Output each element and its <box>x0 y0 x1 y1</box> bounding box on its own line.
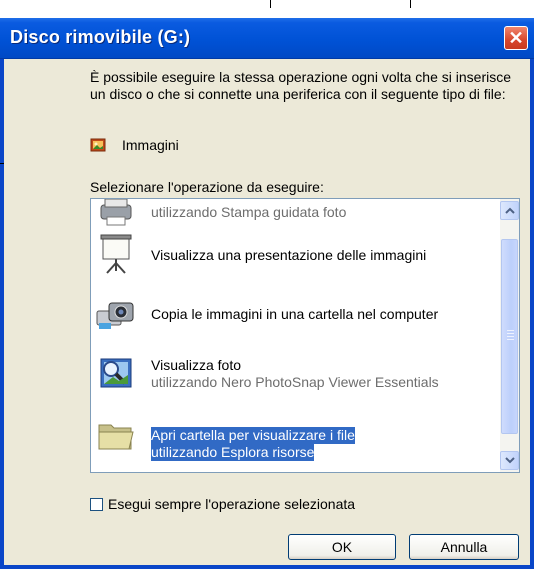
close-button[interactable]: ✕ <box>504 26 528 50</box>
action-line2: utilizzando Esplora risorse <box>151 444 315 461</box>
dialog-body: È possibile eseguire la stessa operazion… <box>4 59 530 565</box>
scroll-up-button[interactable] <box>500 201 519 220</box>
background-line <box>0 163 4 164</box>
close-icon: ✕ <box>508 28 524 48</box>
action-line1: Visualizza una presentazione delle immag… <box>151 247 427 263</box>
title-bar[interactable]: Disco rimovibile (G:) ✕ <box>0 18 534 59</box>
images-file-icon <box>90 138 106 152</box>
photo-viewer-icon <box>100 358 132 388</box>
action-line2: utilizzando Nero PhotoSnap Viewer Essent… <box>151 374 439 390</box>
printer-icon <box>100 199 132 226</box>
action-item-print[interactable]: utilizzando Stampa guidata foto <box>91 199 500 227</box>
scroll-thumb[interactable] <box>501 239 518 434</box>
actions-listbox[interactable]: utilizzando Stampa guidata foto Visualiz… <box>90 198 520 473</box>
folder-icon <box>98 424 134 450</box>
action-line2: utilizzando Stampa guidata foto <box>151 204 347 220</box>
file-type-label: Immagini <box>122 137 179 153</box>
vertical-scrollbar[interactable] <box>500 199 519 472</box>
projector-screen-icon <box>100 234 132 274</box>
chevron-down-icon <box>505 457 515 464</box>
always-do-checkbox[interactable] <box>90 498 103 511</box>
ok-button[interactable]: OK <box>288 534 396 560</box>
action-line1: Apri cartella per visualizzare i file <box>151 427 355 444</box>
background-strip <box>0 0 534 18</box>
description-text: È possibile eseguire la stessa operazion… <box>90 69 512 102</box>
window-title: Disco rimovibile (G:) <box>10 27 191 47</box>
camera-copy-icon <box>96 302 134 329</box>
select-operation-label: Selezionare l'operazione da eseguire: <box>90 179 324 195</box>
action-item-slideshow[interactable]: Visualizza una presentazione delle immag… <box>91 229 500 285</box>
actions-list: utilizzando Stampa guidata foto Visualiz… <box>91 199 500 472</box>
action-item-open-folder[interactable]: Apri cartella per visualizzare i file ut… <box>91 405 500 465</box>
action-item-view-photos[interactable]: Visualizza foto utilizzando Nero PhotoSn… <box>91 345 500 401</box>
scroll-down-button[interactable] <box>500 451 519 470</box>
action-item-copy[interactable]: Copia le immagini in una cartella nel co… <box>91 287 500 343</box>
always-do-label[interactable]: Esegui sempre l'operazione selezionata <box>108 496 355 512</box>
action-line1: Visualizza foto <box>151 357 242 373</box>
background-tick <box>410 0 411 8</box>
autoplay-dialog: Disco rimovibile (G:) ✕ È possibile eseg… <box>0 18 534 569</box>
background-tick <box>270 0 271 8</box>
action-line1: Copia le immagini in una cartella nel co… <box>151 306 439 322</box>
chevron-up-icon <box>505 207 515 214</box>
cancel-button[interactable]: Annulla <box>409 534 519 560</box>
